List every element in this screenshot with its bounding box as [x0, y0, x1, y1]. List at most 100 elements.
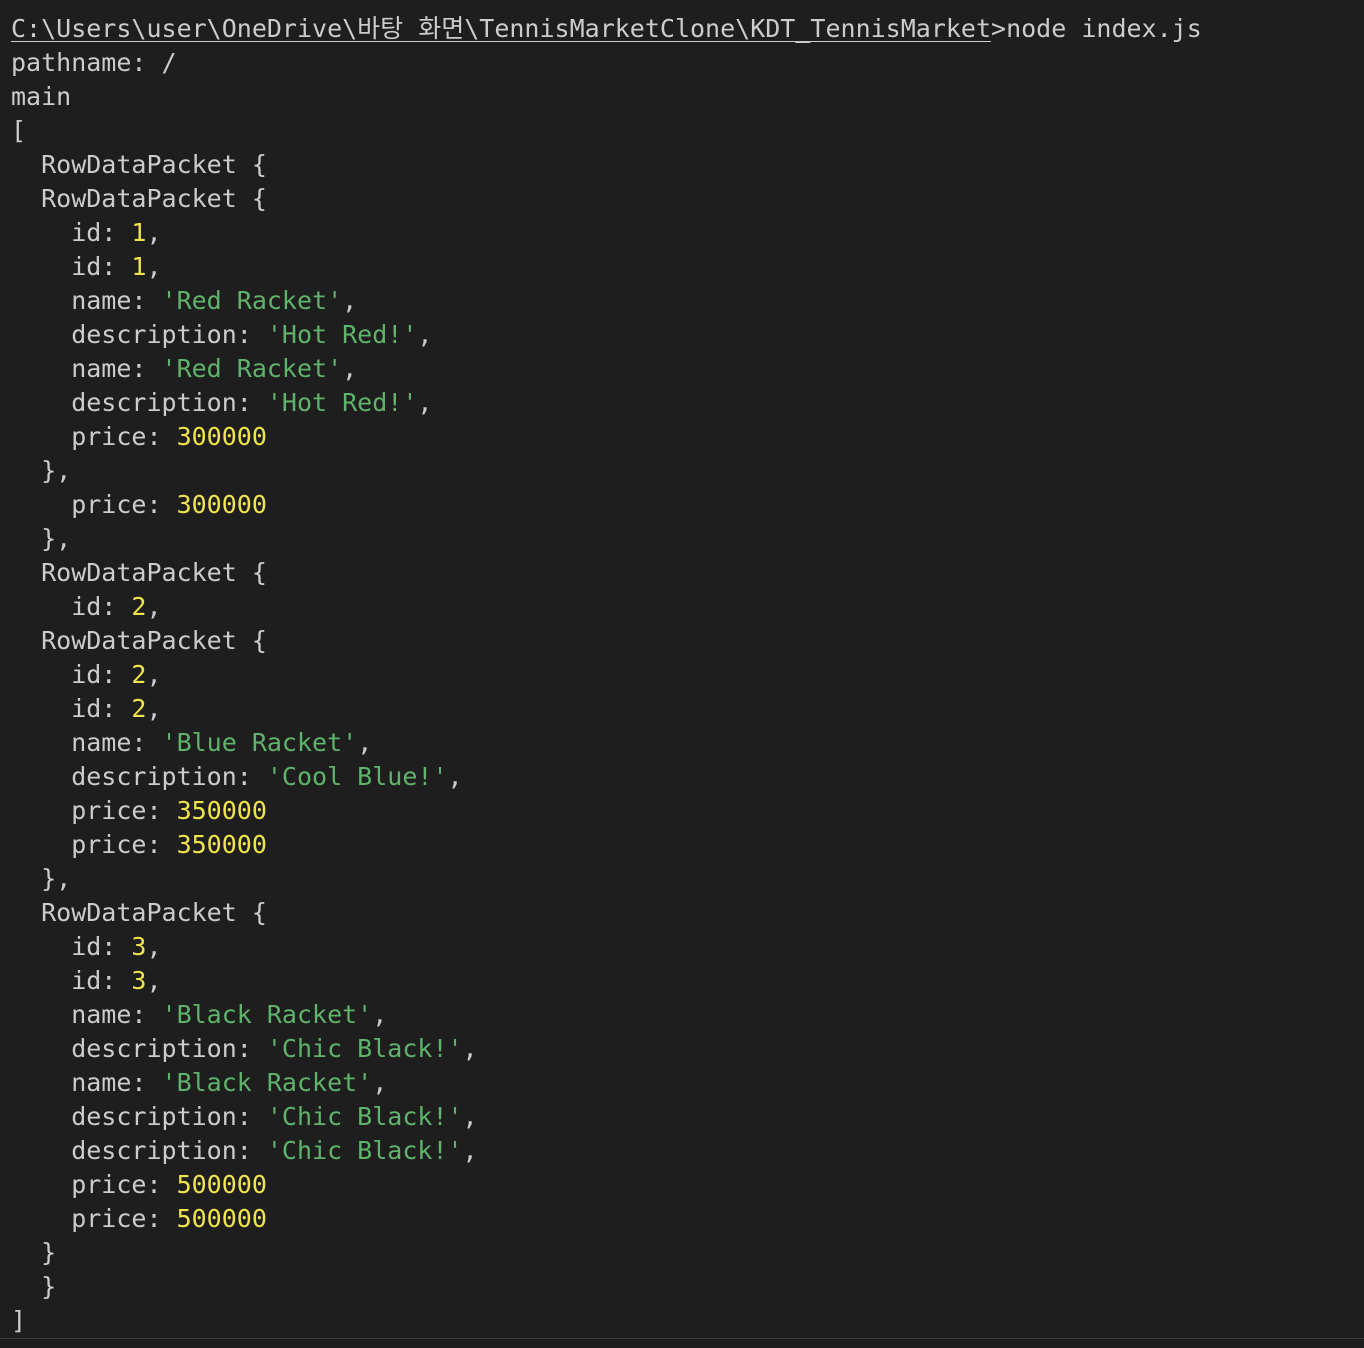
string-value: 'Chic Black!' — [266, 1034, 463, 1063]
terminal-text: , — [417, 320, 433, 349]
terminal-line: name: 'Blue Racket', — [11, 726, 1364, 760]
terminal-text: price: — [11, 1170, 177, 1199]
terminal-text: name: — [11, 286, 162, 315]
terminal-line: id: 2, — [11, 658, 1364, 692]
terminal-text: }, — [11, 456, 72, 485]
terminal-output[interactable]: C:\Users\user\OneDrive\바탕 화면\TennisMarke… — [0, 0, 1364, 1338]
terminal-text: name: — [11, 728, 162, 757]
terminal-text: description: — [11, 1102, 267, 1131]
terminal-text: , — [342, 354, 358, 383]
number-value: 1 — [131, 252, 147, 281]
terminal-text: ] — [11, 1306, 27, 1335]
terminal-text: RowDataPacket { — [11, 898, 267, 927]
terminal-text: }, — [11, 864, 72, 893]
string-value: 'Red Racket' — [161, 354, 343, 383]
terminal-text: , — [342, 286, 358, 315]
terminal-text: id: — [11, 252, 132, 281]
number-value: 350000 — [176, 796, 267, 825]
terminal-text: , — [372, 1068, 388, 1097]
terminal-text: name: — [11, 1068, 162, 1097]
string-value: 'Chic Black!' — [266, 1136, 463, 1165]
terminal-line: price: 300000 — [11, 420, 1364, 454]
terminal-text: , — [462, 1034, 478, 1063]
number-value: 1 — [131, 218, 147, 247]
terminal-text: price: — [11, 796, 177, 825]
terminal-text: , — [146, 592, 162, 621]
number-value: 500000 — [176, 1170, 267, 1199]
terminal-text: price: — [11, 1204, 177, 1233]
number-value: 2 — [131, 660, 147, 689]
terminal-text: }, — [11, 524, 72, 553]
terminal-line: pathname: / — [11, 46, 1364, 80]
terminal-text: description: — [11, 762, 267, 791]
terminal-text: , — [462, 1136, 478, 1165]
terminal-line: description: 'Hot Red!', — [11, 386, 1364, 420]
number-value: 2 — [131, 592, 147, 621]
terminal-line: id: 1, — [11, 216, 1364, 250]
terminal-line: name: 'Red Racket', — [11, 284, 1364, 318]
terminal-line: RowDataPacket { — [11, 148, 1364, 182]
terminal-line: }, — [11, 522, 1364, 556]
terminal-line: RowDataPacket { — [11, 182, 1364, 216]
terminal-text: main — [11, 82, 72, 111]
terminal-text: , — [357, 728, 373, 757]
terminal-line: }, — [11, 454, 1364, 488]
terminal-text: } — [11, 1238, 57, 1267]
terminal-line: price: 350000 — [11, 828, 1364, 862]
number-value: 2 — [131, 694, 147, 723]
terminal-text: , — [417, 388, 433, 417]
terminal-text: , — [146, 932, 162, 961]
command-path: C:\Users\user\OneDrive\바탕 화면\TennisMarke… — [11, 14, 992, 43]
terminal-text: description: — [11, 388, 267, 417]
terminal-text: id: — [11, 592, 132, 621]
terminal-line: description: 'Hot Red!', — [11, 318, 1364, 352]
terminal-text: , — [146, 694, 162, 723]
string-value: 'Blue Racket' — [161, 728, 358, 757]
number-value: 350000 — [176, 830, 267, 859]
number-value: 500000 — [176, 1204, 267, 1233]
terminal-line: id: 2, — [11, 692, 1364, 726]
terminal-text: id: — [11, 932, 132, 961]
terminal-line: description: 'Cool Blue!', — [11, 760, 1364, 794]
number-value: 3 — [131, 932, 147, 961]
terminal-text: price: — [11, 830, 177, 859]
terminal-line: C:\Users\user\OneDrive\바탕 화면\TennisMarke… — [11, 12, 1364, 46]
terminal-line: price: 500000 — [11, 1168, 1364, 1202]
terminal-bottom-edge — [0, 1338, 1364, 1348]
terminal-line: } — [11, 1236, 1364, 1270]
terminal-line: description: 'Chic Black!', — [11, 1032, 1364, 1066]
terminal-line: name: 'Black Racket', — [11, 1066, 1364, 1100]
terminal-text: , — [447, 762, 463, 791]
terminal-text: RowDataPacket { — [11, 626, 267, 655]
terminal-line: id: 1, — [11, 250, 1364, 284]
terminal-line: price: 300000 — [11, 488, 1364, 522]
number-value: 300000 — [176, 422, 267, 451]
terminal-line: description: 'Chic Black!', — [11, 1134, 1364, 1168]
string-value: 'Hot Red!' — [266, 388, 418, 417]
terminal-text: id: — [11, 966, 132, 995]
terminal-text: } — [11, 1272, 57, 1301]
terminal-line: RowDataPacket { — [11, 624, 1364, 658]
terminal-text: , — [146, 966, 162, 995]
terminal-line: id: 2, — [11, 590, 1364, 624]
terminal-line: price: 500000 — [11, 1202, 1364, 1236]
terminal-text: id: — [11, 660, 132, 689]
number-value: 3 — [131, 966, 147, 995]
terminal-text: , — [462, 1102, 478, 1131]
terminal-line: ] — [11, 1304, 1364, 1338]
terminal-text: pathname: / — [11, 48, 177, 77]
terminal-line: description: 'Chic Black!', — [11, 1100, 1364, 1134]
terminal-text: price: — [11, 422, 177, 451]
terminal-text: , — [146, 252, 162, 281]
terminal-line: name: 'Red Racket', — [11, 352, 1364, 386]
string-value: 'Black Racket' — [161, 1068, 373, 1097]
terminal-line: id: 3, — [11, 930, 1364, 964]
terminal-text: RowDataPacket { — [11, 184, 267, 213]
terminal-text: description: — [11, 1034, 267, 1063]
terminal-text: name: — [11, 354, 162, 383]
terminal-text: , — [146, 660, 162, 689]
terminal-line: main — [11, 80, 1364, 114]
terminal-line: name: 'Black Racket', — [11, 998, 1364, 1032]
terminal-text: description: — [11, 1136, 267, 1165]
terminal-line: RowDataPacket { — [11, 896, 1364, 930]
